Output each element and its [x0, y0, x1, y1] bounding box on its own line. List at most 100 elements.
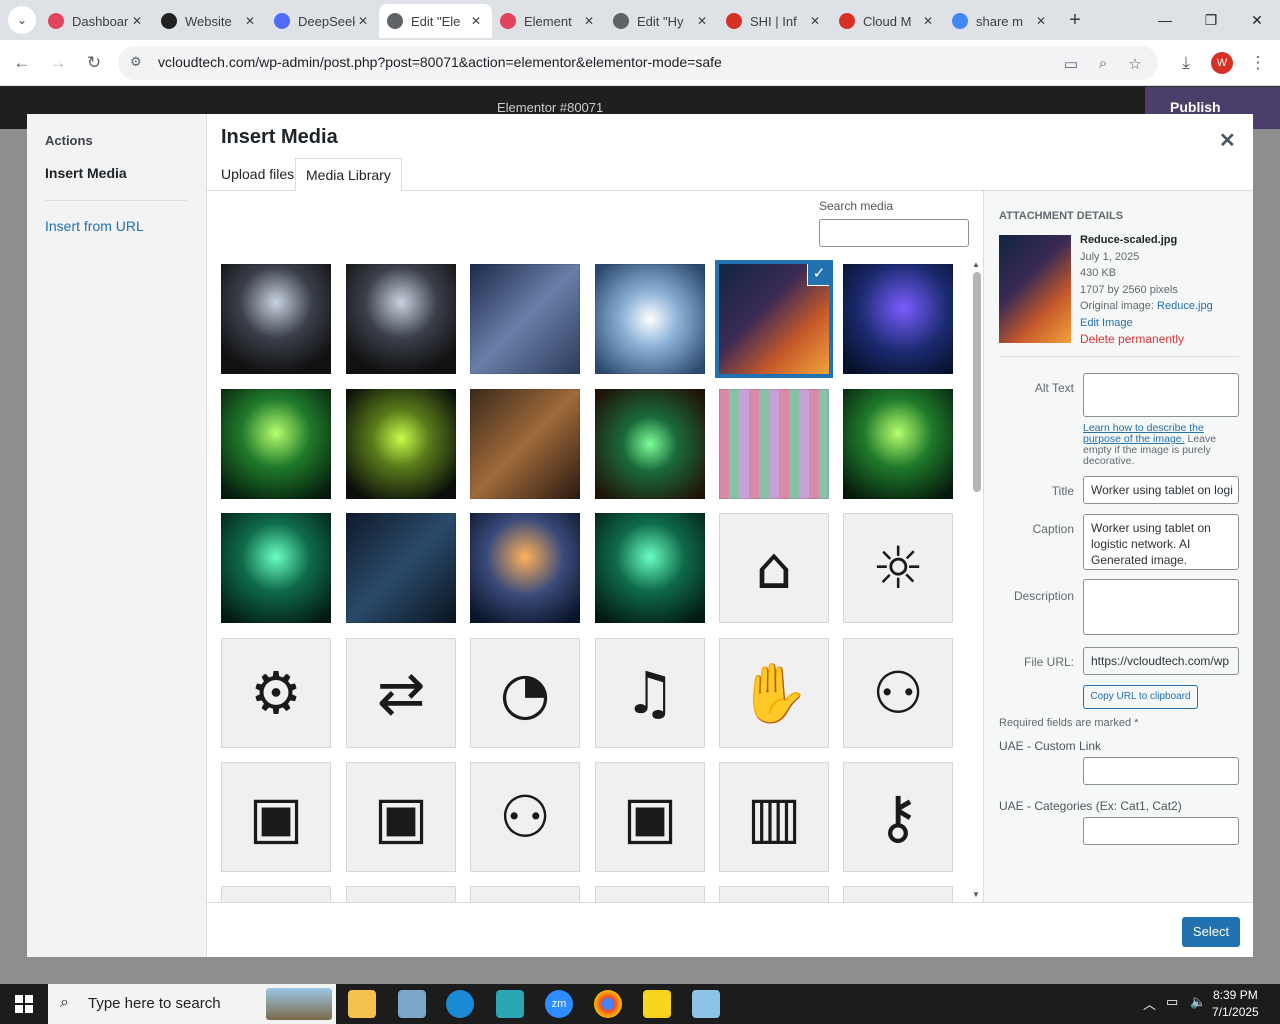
- attachment-thumbnail[interactable]: [595, 389, 705, 499]
- forward-icon[interactable]: →: [44, 50, 72, 78]
- attachment-icon-thumbnail[interactable]: ✋: [719, 638, 829, 748]
- original-image-link[interactable]: Reduce.jpg: [1157, 300, 1213, 312]
- back-icon[interactable]: ←: [8, 50, 36, 78]
- attachment-icon-thumbnail[interactable]: ⚇: [470, 762, 580, 872]
- edge-icon[interactable]: [446, 990, 474, 1018]
- new-tab-button[interactable]: +: [1062, 8, 1088, 34]
- attachment-icon-thumbnail[interactable]: ▣: [346, 762, 456, 872]
- scroll-up-icon[interactable]: ▲: [972, 260, 980, 269]
- alt-hint-link[interactable]: Learn how to describe the purpose of the…: [1083, 422, 1204, 445]
- search-input[interactable]: [819, 219, 969, 247]
- attachment-thumbnail[interactable]: [221, 389, 331, 499]
- menu-insert-from-url[interactable]: Insert from URL: [45, 218, 144, 234]
- bookmark-star-icon[interactable]: ☆: [1126, 55, 1144, 73]
- chrome-menu-icon[interactable]: ⋮: [1244, 50, 1272, 78]
- windows-start-icon[interactable]: [0, 984, 48, 1024]
- attachment-icon-thumbnail[interactable]: ▣: [595, 762, 705, 872]
- volume-icon[interactable]: 🔈: [1190, 994, 1206, 1010]
- browser-tab[interactable]: Cloud M ✕: [831, 6, 944, 36]
- tab-close-icon[interactable]: ✕: [807, 14, 823, 28]
- attachment-thumbnail[interactable]: [346, 389, 456, 499]
- profile-avatar[interactable]: W: [1211, 52, 1233, 74]
- attachment-icon-thumbnail[interactable]: ⚇: [843, 638, 953, 748]
- download-icon[interactable]: ⤓: [1172, 50, 1200, 78]
- menu-insert-media[interactable]: Insert Media: [45, 165, 127, 181]
- attachment-icon-thumbnail[interactable]: ◔: [470, 638, 580, 748]
- tab-close-icon[interactable]: ✕: [468, 14, 484, 28]
- attachment-icon-thumbnail[interactable]: ⚷: [843, 762, 953, 872]
- tab-close-icon[interactable]: ✕: [242, 14, 258, 28]
- attachment-icon-thumbnail[interactable]: ☼: [843, 513, 953, 623]
- attachment-icon-thumbnail[interactable]: $: [221, 886, 331, 902]
- scroll-thumb[interactable]: [973, 272, 981, 492]
- delete-permanently-link[interactable]: Delete permanently: [1080, 331, 1213, 348]
- caption-field[interactable]: Worker using tablet on logistic network.…: [1083, 514, 1239, 570]
- app-icon[interactable]: [496, 990, 524, 1018]
- title-field[interactable]: Worker using tablet on logi: [1083, 476, 1239, 504]
- tab-media-library[interactable]: Media Library: [295, 158, 402, 191]
- attachment-thumbnail[interactable]: [843, 264, 953, 374]
- copy-url-button[interactable]: Copy URL to clipboard: [1083, 685, 1198, 709]
- attachment-thumbnail[interactable]: [595, 264, 705, 374]
- site-info-icon[interactable]: ⚙: [130, 54, 146, 70]
- tray-chevron-icon[interactable]: ︿: [1143, 994, 1156, 1013]
- browser-tab[interactable]: Website ✕: [153, 6, 266, 36]
- attachment-thumbnail[interactable]: [346, 513, 456, 623]
- browser-tab[interactable]: DeepSeek ✕: [266, 6, 379, 36]
- file-explorer-icon[interactable]: [348, 990, 376, 1018]
- tab-close-icon[interactable]: ✕: [920, 14, 936, 28]
- zoom-app-icon[interactable]: zm: [545, 990, 573, 1018]
- browser-tab[interactable]: share m ✕: [944, 6, 1057, 36]
- attachment-thumbnail[interactable]: [595, 513, 705, 623]
- window-close-icon[interactable]: ✕: [1234, 0, 1280, 40]
- description-field[interactable]: [1083, 579, 1239, 635]
- zoom-icon[interactable]: ⌕: [1094, 55, 1112, 73]
- minimize-icon[interactable]: —: [1142, 0, 1188, 40]
- attachment-icon-thumbnail[interactable]: ⚙: [221, 638, 331, 748]
- camera-blocked-icon[interactable]: ▭: [1062, 55, 1080, 73]
- attachment-thumbnail[interactable]: [221, 264, 331, 374]
- edit-image-link[interactable]: Edit Image: [1080, 315, 1213, 332]
- reload-icon[interactable]: ↻: [80, 50, 108, 78]
- attachment-icon-thumbnail[interactable]: ▥: [719, 762, 829, 872]
- attachment-icon-thumbnail[interactable]: ▣: [221, 762, 331, 872]
- tab-search-icon[interactable]: ⌄: [8, 6, 36, 34]
- browser-tab[interactable]: SHI | Inf ✕: [718, 6, 831, 36]
- selected-check-icon[interactable]: ✓: [807, 264, 829, 286]
- network-icon[interactable]: ▭: [1166, 994, 1178, 1010]
- tab-close-icon[interactable]: ✕: [355, 14, 371, 28]
- attachment-icon-thumbnail[interactable]: ⌂: [719, 513, 829, 623]
- browser-tab[interactable]: Edit "Hy ✕: [605, 6, 718, 36]
- attachment-thumbnail[interactable]: [346, 264, 456, 374]
- paint-icon[interactable]: [398, 990, 426, 1018]
- app-icon-2[interactable]: [692, 990, 720, 1018]
- tab-upload-files[interactable]: Upload files: [211, 158, 304, 191]
- grid-scrollbar[interactable]: ▲ ▼: [970, 260, 984, 900]
- select-button[interactable]: Select: [1182, 917, 1240, 947]
- chrome-icon[interactable]: [594, 990, 622, 1018]
- attachment-thumbnail[interactable]: [470, 389, 580, 499]
- sticky-notes-icon[interactable]: [643, 990, 671, 1018]
- close-icon[interactable]: ✕: [1219, 128, 1236, 153]
- attachment-icon-thumbnail[interactable]: ⚙: [470, 886, 580, 902]
- browser-tab[interactable]: Edit "Ele ✕: [379, 4, 492, 38]
- taskbar-search[interactable]: ⌕ Type here to search: [48, 984, 336, 1024]
- attachment-thumbnail[interactable]: [470, 264, 580, 374]
- url-text[interactable]: vcloudtech.com/wp-admin/post.php?post=80…: [158, 54, 722, 70]
- tab-close-icon[interactable]: ✕: [1033, 14, 1049, 28]
- tab-close-icon[interactable]: ✕: [129, 14, 145, 28]
- attachment-icon-thumbnail[interactable]: ♫: [595, 638, 705, 748]
- attachment-icon-thumbnail[interactable]: ☼: [843, 886, 953, 902]
- tab-close-icon[interactable]: ✕: [581, 14, 597, 28]
- attachment-icon-thumbnail[interactable]: ⚙: [595, 886, 705, 902]
- document-title[interactable]: Elementor #80071: [497, 100, 603, 115]
- attachment-thumbnail[interactable]: [470, 513, 580, 623]
- attachment-thumbnail[interactable]: [719, 389, 829, 499]
- attachment-thumbnail[interactable]: [843, 389, 953, 499]
- clock[interactable]: 8:39 PM 7/1/2025: [1212, 987, 1259, 1021]
- alt-text-field[interactable]: [1083, 373, 1239, 417]
- attachment-icon-thumbnail[interactable]: ⇄: [346, 638, 456, 748]
- scroll-down-icon[interactable]: ▼: [972, 890, 980, 899]
- attachment-icon-thumbnail[interactable]: ⌂: [719, 886, 829, 902]
- tab-close-icon[interactable]: ✕: [694, 14, 710, 28]
